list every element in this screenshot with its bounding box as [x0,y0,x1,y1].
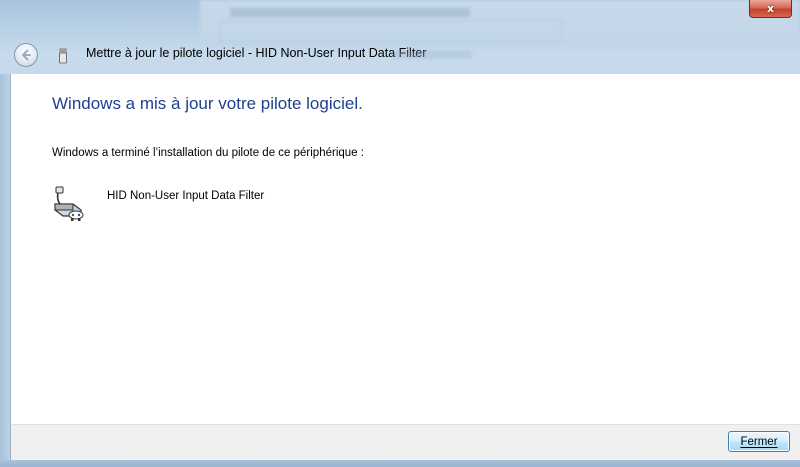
close-dialog-button-label: Fermer [740,435,778,448]
back-button[interactable] [14,43,38,67]
window-close-button[interactable]: x [749,0,792,18]
completion-message: Windows a terminé l’installation du pilo… [52,147,364,159]
window-frame-left [0,74,10,460]
close-icon: x [766,2,775,15]
background-window [200,0,800,42]
dialog-footer: Fermer [10,424,800,460]
device-name: HID Non-User Input Data Filter [107,190,265,202]
dialog-title: Mettre à jour le pilote logiciel - HID N… [86,46,427,60]
background-window-title [230,8,470,17]
main-heading: Windows a mis à jour votre pilote logici… [52,94,363,113]
content-panel: Windows a mis à jour votre pilote logici… [10,74,800,424]
window-frame-bottom [0,460,800,467]
close-dialog-button[interactable]: Fermer [728,431,790,452]
background-text-ghost [394,51,472,59]
dialog-header: Mettre à jour le pilote logiciel - HID N… [0,36,800,74]
hid-device-icon [54,186,84,221]
usb-device-icon [59,48,67,64]
back-arrow-icon [22,49,31,61]
